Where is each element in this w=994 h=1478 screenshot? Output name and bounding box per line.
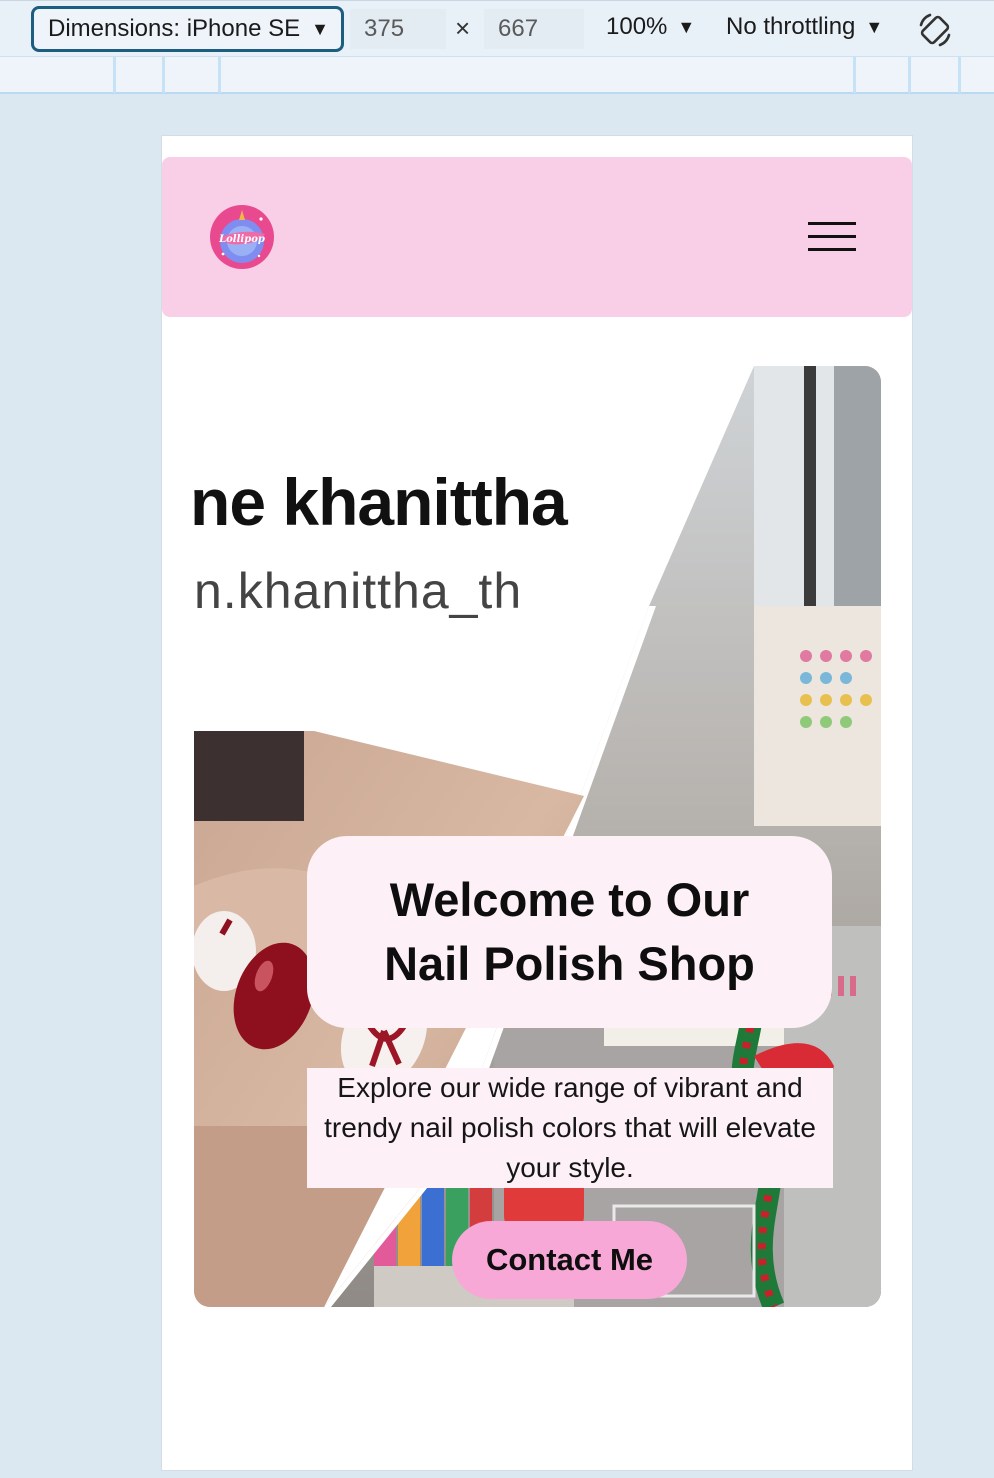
throttling-select[interactable]: No throttling ▼: [726, 13, 883, 41]
throttling-label: No throttling: [726, 13, 856, 40]
svg-text:Lollipop: Lollipop: [218, 234, 265, 245]
times-sign: ×: [455, 13, 471, 43]
lollipop-logo[interactable]: Lollipop: [209, 204, 275, 270]
viewport-height-input[interactable]: 667: [484, 9, 584, 49]
hero-title-line1: Welcome to Our: [389, 873, 750, 926]
hero-subtitle-box: Explore our wide range of vibrant and tr…: [307, 1068, 833, 1188]
chevron-down-icon: ▼: [865, 16, 884, 37]
menu-toggle-button[interactable]: [808, 222, 856, 252]
background-profile-name: ne khanittha: [194, 465, 568, 539]
dimensions-label: Dimensions: iPhone SE: [48, 15, 301, 42]
zoom-select[interactable]: 100% ▼: [606, 13, 695, 41]
dimensions-select[interactable]: Dimensions: iPhone SE ▼: [31, 6, 344, 52]
rotate-icon[interactable]: [916, 11, 954, 49]
hero-subtitle: Explore our wide range of vibrant and tr…: [324, 1072, 816, 1183]
hero-title: Welcome to Our Nail Polish Shop: [384, 868, 755, 996]
devtools-device-toolbar: Dimensions: iPhone SE ▼ 375 × 667 100% ▼…: [0, 0, 994, 56]
viewport-width-input[interactable]: 375: [350, 9, 446, 49]
hero-section: ne khanittha n.khanittha_th Welcome to O…: [194, 366, 881, 1307]
contact-me-button[interactable]: Contact Me: [452, 1221, 687, 1299]
chevron-down-icon: ▼: [677, 16, 696, 37]
device-viewport: Lollipop ne khanittha n.khanittha_th Wel…: [161, 135, 913, 1471]
background-profile-handle: n.khanittha_th: [194, 563, 523, 619]
site-header: Lollipop: [162, 157, 912, 317]
hero-title-line2: Nail Polish Shop: [384, 937, 755, 990]
hero-title-card: Welcome to Our Nail Polish Shop: [307, 836, 832, 1028]
chevron-down-icon: ▼: [311, 18, 329, 39]
zoom-label: 100%: [606, 13, 668, 40]
media-query-ruler: [0, 56, 994, 94]
